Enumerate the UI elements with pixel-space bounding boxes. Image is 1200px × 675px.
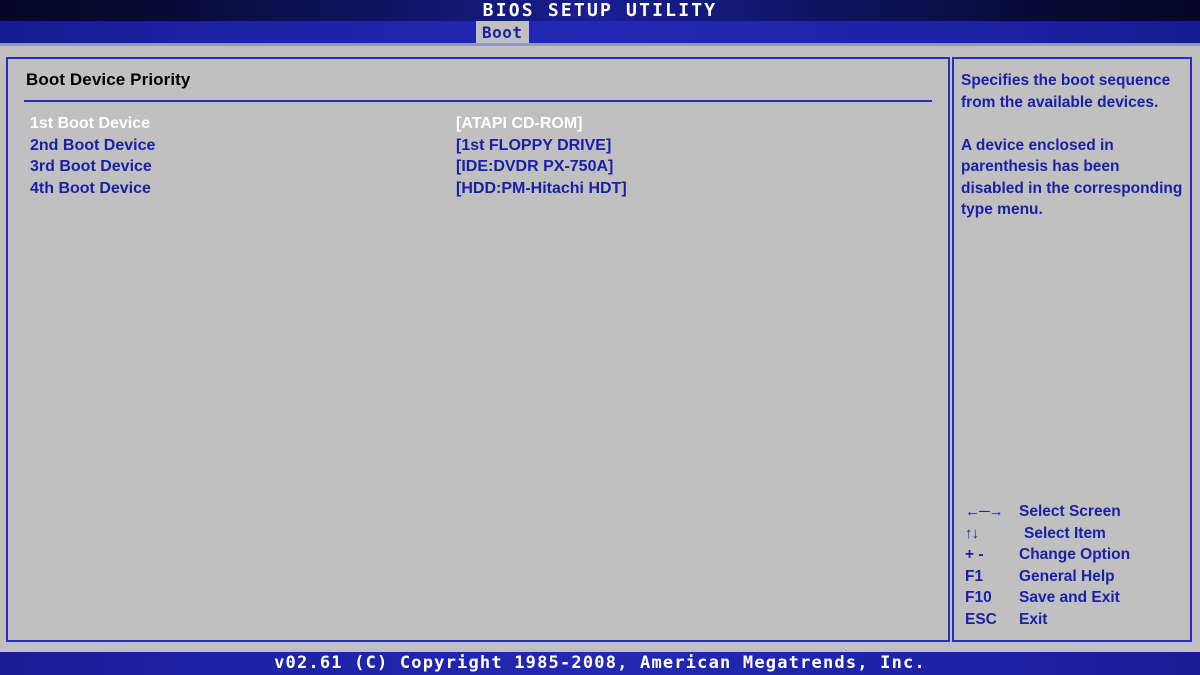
up-down-arrow-icon: ↑↓ — [965, 524, 979, 542]
boot-device-label-3: 3rd Boot Device — [30, 158, 152, 175]
boot-device-label-2: 2nd Boot Device — [30, 136, 156, 154]
boot-device-row-2[interactable]: 2nd Boot Device [1st FLOPPY DRIVE] — [8, 135, 948, 157]
legend-row-select-item: ↑↓ Select Item — [961, 523, 1189, 545]
legend-row-general-help: F1 General Help — [961, 566, 1189, 588]
legend-row-exit: ESC Exit — [961, 609, 1189, 631]
legend-row-change-option: + - Change Option — [961, 544, 1189, 566]
section-title: Boot Device Priority — [26, 70, 191, 89]
tab-bar-underline — [0, 43, 1200, 46]
boot-device-list: 1st Boot Device [ATAPI CD-ROM] 2nd Boot … — [8, 113, 948, 199]
title-bar: BIOS SETUP UTILITY — [0, 0, 1200, 21]
legend-row-save-and-exit: F10 Save and Exit — [961, 587, 1189, 609]
help-text: Specifies the boot sequence from the ava… — [961, 70, 1185, 221]
section-divider — [24, 100, 932, 102]
help-paragraph-spacer — [961, 113, 1185, 135]
boot-device-value-2[interactable]: [1st FLOPPY DRIVE] — [456, 135, 611, 157]
boot-device-value-4[interactable]: [HDD:PM-Hitachi HDT] — [456, 178, 627, 200]
f1-key-icon: F1 — [965, 567, 984, 585]
legend-label-select-screen: Select Screen — [1019, 503, 1121, 520]
boot-device-row-4[interactable]: 4th Boot Device [HDD:PM-Hitachi HDT] — [8, 178, 948, 200]
boot-device-priority-panel: Boot Device Priority 1st Boot Device [AT… — [6, 57, 950, 642]
legend-label-change-option: Change Option — [1019, 546, 1131, 563]
help-panel: Specifies the boot sequence from the ava… — [952, 57, 1192, 642]
help-paragraph-2: A device enclosed in parenthesis has bee… — [961, 136, 1183, 219]
legend-label-exit: Exit — [1019, 610, 1048, 628]
tab-boot[interactable]: Boot — [476, 21, 529, 43]
legend-row-select-screen: ←─→ Select Screen — [961, 501, 1189, 523]
boot-device-row-1[interactable]: 1st Boot Device [ATAPI CD-ROM] — [8, 113, 948, 135]
legend-label-save-and-exit: Save and Exit — [1019, 589, 1120, 606]
boot-device-row-3[interactable]: 3rd Boot Device [IDE:DVDR PX-750A] — [8, 156, 948, 178]
boot-device-label-4: 4th Boot Device — [30, 179, 151, 197]
key-legend: ←─→ Select Screen ↑↓ Select Item + - Cha… — [961, 501, 1189, 630]
plus-minus-icon: + - — [965, 546, 984, 563]
footer-bar: v02.61 (C) Copyright 1985-2008, American… — [0, 652, 1200, 675]
boot-device-value-3[interactable]: [IDE:DVDR PX-750A] — [456, 156, 613, 178]
left-right-arrow-icon: ←─→ — [965, 503, 1004, 520]
esc-key-icon: ESC — [965, 610, 997, 628]
f10-key-icon: F10 — [965, 589, 992, 606]
help-paragraph-1: Specifies the boot sequence from the ava… — [961, 72, 1171, 111]
boot-device-label-1: 1st Boot Device — [30, 115, 151, 132]
boot-device-value-1[interactable]: [ATAPI CD-ROM] — [456, 113, 583, 135]
page-title: BIOS SETUP UTILITY — [482, 0, 718, 21]
copyright-text: v02.61 (C) Copyright 1985-2008, American… — [274, 653, 926, 673]
legend-label-general-help: General Help — [1019, 567, 1115, 585]
menu-tab-bar: Boot — [0, 21, 1200, 43]
legend-label-select-item: Select Item — [1024, 524, 1106, 542]
